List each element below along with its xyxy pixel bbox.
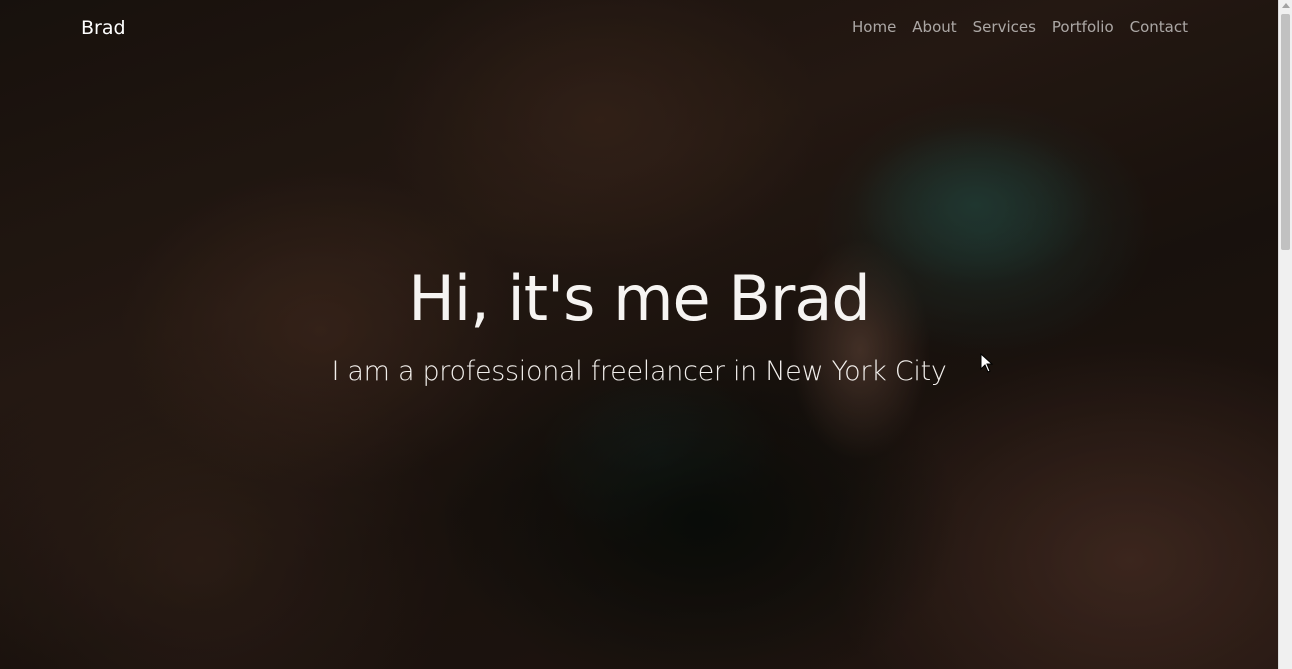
hero-title: Hi, it's me Brad (408, 262, 870, 335)
navbar-brand[interactable]: Brad (81, 16, 126, 40)
browser-viewport: Brad Home About Services Portfolio Conta… (0, 0, 1292, 669)
nav-link-services[interactable]: Services (973, 17, 1036, 37)
hero-subtitle: I am a professional freelancer in New Yo… (331, 356, 947, 387)
nav-link-contact[interactable]: Contact (1130, 17, 1188, 37)
nav-link-home[interactable]: Home (852, 17, 896, 37)
nav-links: Home About Services Portfolio Contact (852, 17, 1188, 37)
nav-link-portfolio[interactable]: Portfolio (1052, 17, 1114, 37)
scrollbar-thumb[interactable] (1281, 14, 1290, 250)
vertical-scrollbar[interactable] (1278, 0, 1292, 669)
scroll-up-arrow-icon[interactable] (1282, 3, 1290, 8)
hero-content: Hi, it's me Brad I am a professional fre… (0, 258, 1278, 390)
nav-link-about[interactable]: About (912, 17, 956, 37)
mouse-pointer-icon (980, 353, 994, 373)
navbar: Brad Home About Services Portfolio Conta… (0, 0, 1278, 56)
